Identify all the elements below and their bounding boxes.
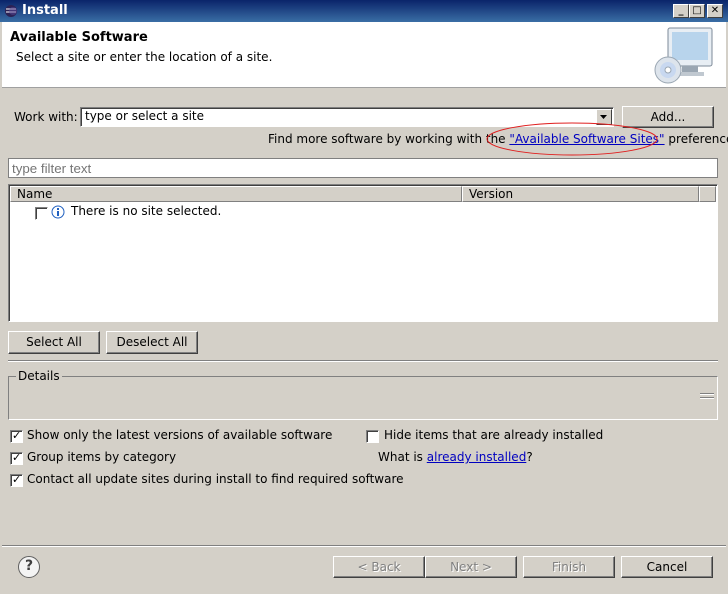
table-row[interactable]: There is no site selected. bbox=[33, 204, 433, 222]
already-installed-link[interactable]: already installed bbox=[427, 450, 527, 464]
back-button[interactable]: < Back bbox=[333, 556, 425, 578]
show-latest-checkbox[interactable]: ✓ bbox=[10, 429, 23, 443]
column-header-name[interactable]: Name bbox=[10, 186, 462, 202]
wizard-header: Available Software Select a site or ente… bbox=[2, 22, 726, 88]
row-name: There is no site selected. bbox=[71, 204, 222, 218]
column-header-filler bbox=[699, 186, 716, 202]
title-bar[interactable]: Install _ □ ✕ bbox=[0, 0, 728, 22]
details-sash-handle[interactable] bbox=[700, 390, 714, 402]
select-all-button[interactable]: Select All bbox=[8, 331, 100, 354]
show-latest-label: Show only the latest versions of availab… bbox=[27, 428, 333, 442]
group-by-category-label: Group items by category bbox=[27, 450, 177, 464]
footer-separator bbox=[2, 545, 726, 547]
separator bbox=[8, 360, 718, 362]
minimize-button[interactable]: _ bbox=[673, 4, 689, 18]
row-checkbox[interactable] bbox=[35, 207, 48, 220]
window-title: Install bbox=[22, 3, 68, 18]
close-button[interactable]: ✕ bbox=[707, 4, 723, 18]
contact-sites-label: Contact all update sites during install … bbox=[27, 472, 404, 486]
what-is-prefix: What is bbox=[378, 450, 423, 464]
details-box bbox=[8, 376, 718, 420]
site-combo-text: type or select a site bbox=[85, 109, 205, 123]
what-is-suffix: ? bbox=[526, 450, 533, 464]
cancel-button[interactable]: Cancel bbox=[621, 556, 713, 578]
page-subtitle: Select a site or enter the location of a… bbox=[16, 50, 273, 64]
find-more-suffix: preferences. bbox=[668, 132, 728, 146]
details-label: Details bbox=[16, 369, 62, 383]
help-icon[interactable]: ? bbox=[18, 556, 40, 578]
contact-sites-checkbox[interactable]: ✓ bbox=[10, 473, 23, 487]
hide-installed-checkbox[interactable] bbox=[366, 430, 379, 443]
software-table[interactable]: Name Version There is no site selected. bbox=[8, 184, 718, 322]
finish-button[interactable]: Finish bbox=[523, 556, 615, 578]
annotation-ellipse bbox=[486, 122, 658, 156]
info-icon bbox=[51, 205, 65, 219]
deselect-all-button[interactable]: Deselect All bbox=[106, 331, 198, 354]
maximize-button[interactable]: □ bbox=[689, 4, 705, 18]
hide-installed-label: Hide items that are already installed bbox=[384, 428, 604, 442]
install-monitor-icon bbox=[654, 27, 713, 84]
page-title: Available Software bbox=[10, 30, 148, 45]
filter-input[interactable] bbox=[8, 158, 718, 178]
column-header-version[interactable]: Version bbox=[462, 186, 699, 202]
what-is-installed-text: What is already installed? bbox=[378, 450, 533, 464]
find-more-prefix: Find more software by working with the bbox=[268, 132, 506, 146]
group-by-category-checkbox[interactable]: ✓ bbox=[10, 451, 23, 465]
eclipse-icon bbox=[5, 5, 17, 17]
next-button[interactable]: Next > bbox=[425, 556, 517, 578]
work-with-label: Work with: bbox=[14, 110, 78, 124]
